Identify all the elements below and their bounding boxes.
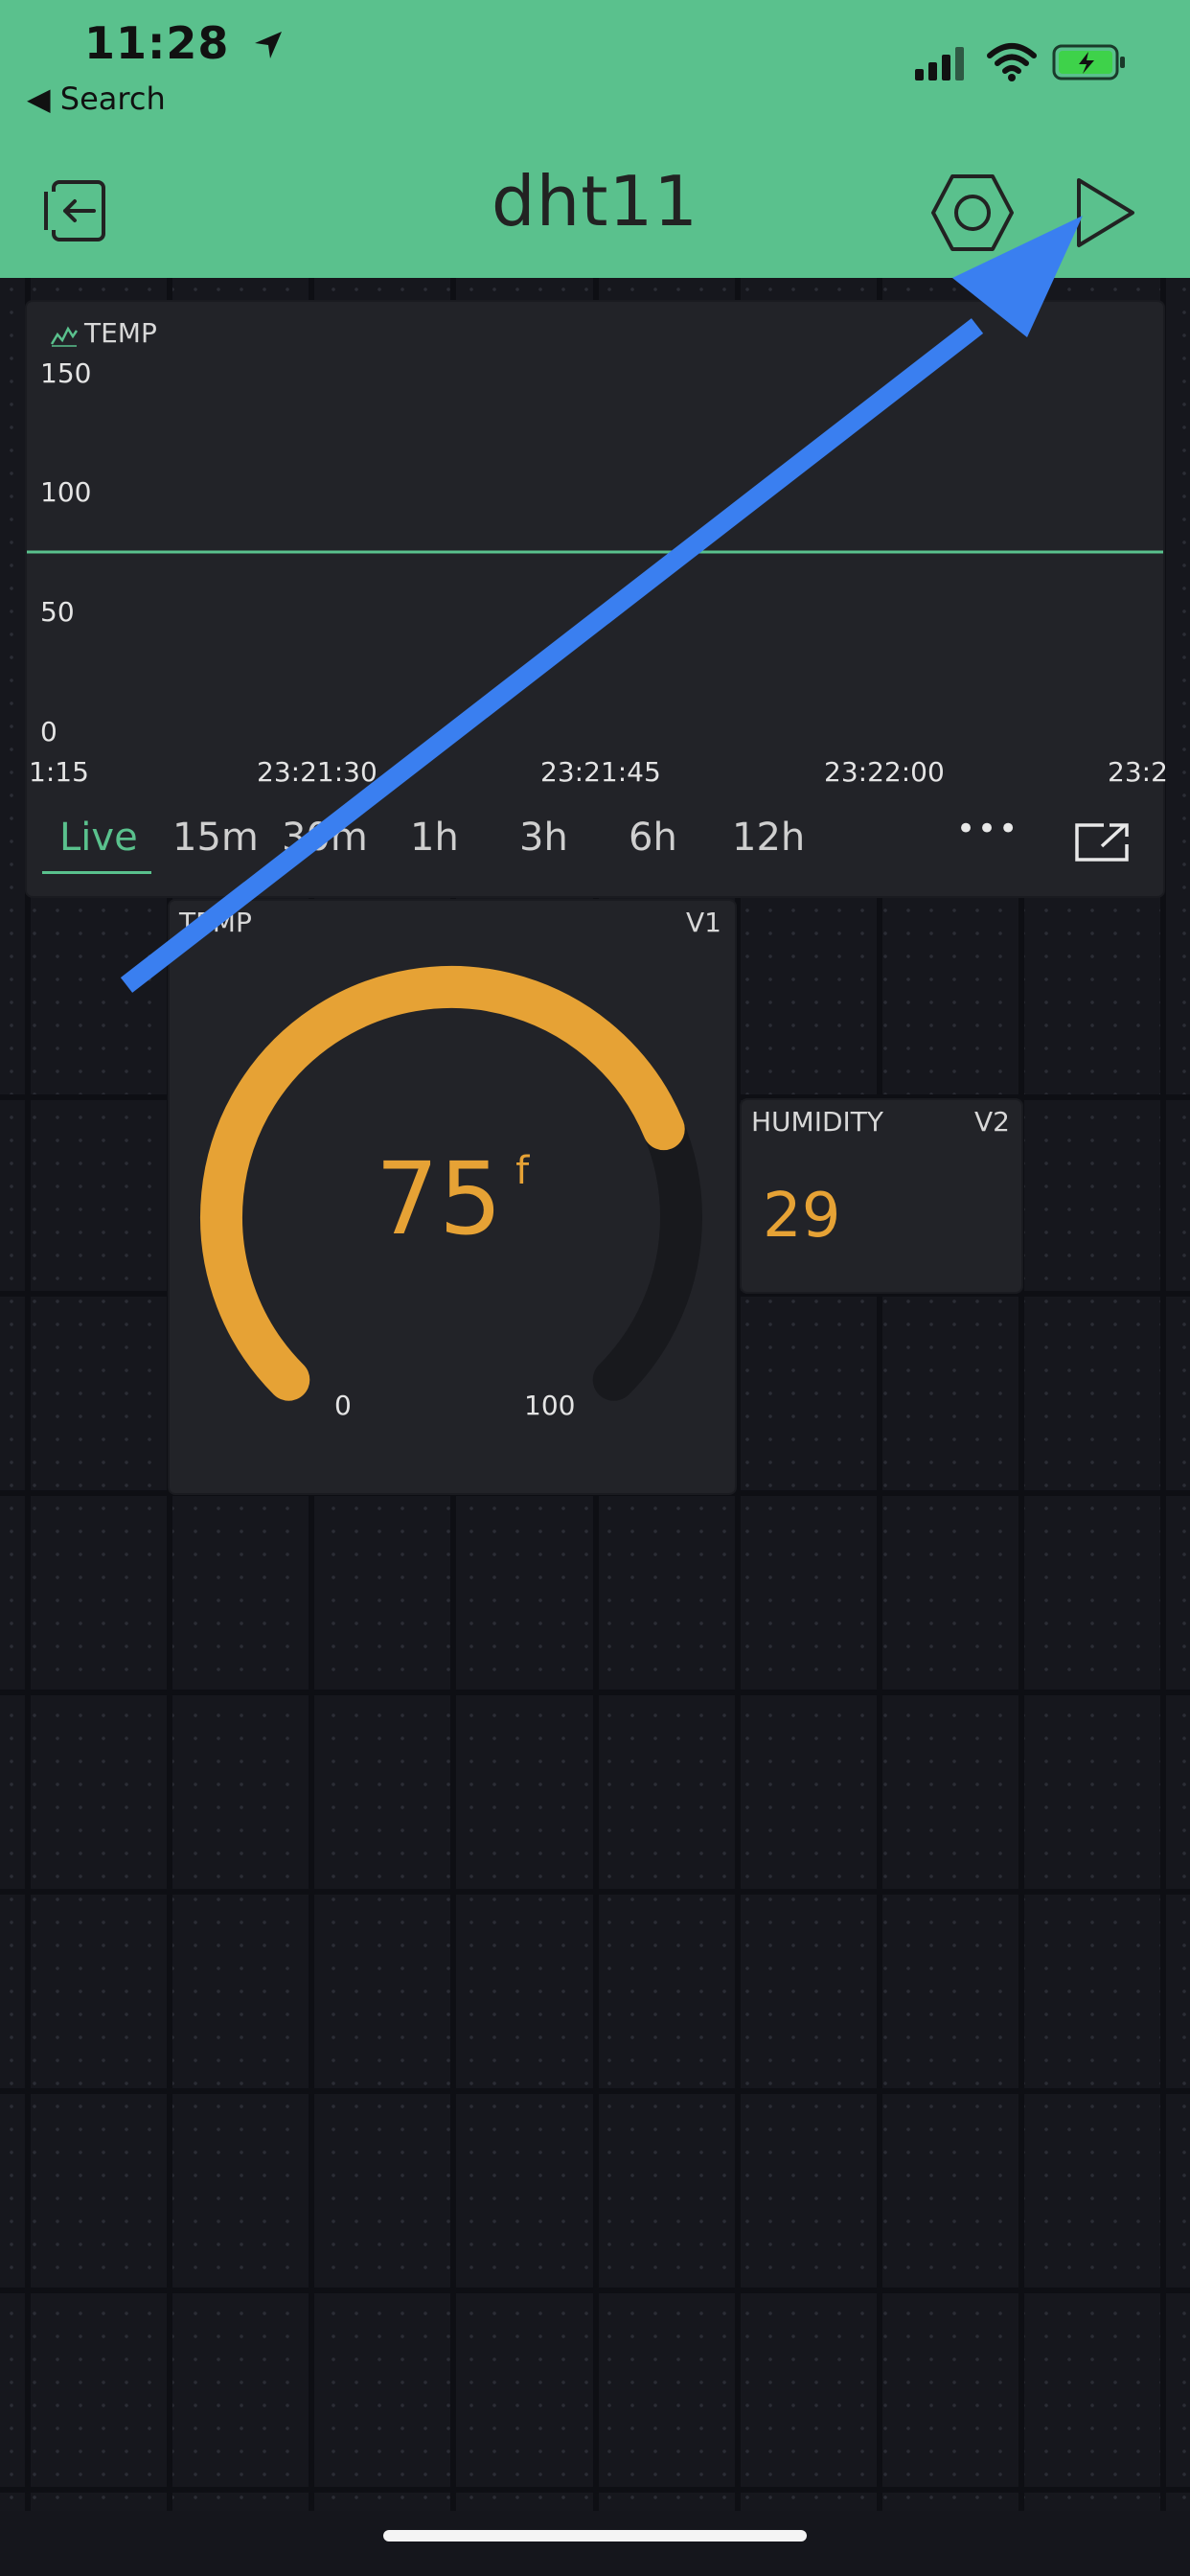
gauge-value: 75: [375, 1140, 503, 1257]
gauge-max-label: 100: [524, 1390, 576, 1421]
home-indicator: [383, 2530, 807, 2542]
humidity-widget-pin: V2: [974, 1106, 1010, 1138]
gauge-min-label: 0: [334, 1390, 352, 1421]
arrow-shaft: [120, 318, 984, 993]
humidity-value: 29: [763, 1181, 841, 1252]
humidity-value-widget[interactable]: HUMIDITY V2 29: [742, 1100, 1021, 1292]
annotation-arrow: [120, 216, 1083, 993]
gauge-unit: f: [515, 1149, 530, 1193]
gauge-value-display: 75 f: [170, 1140, 735, 1257]
humidity-widget-label: HUMIDITY: [751, 1106, 883, 1138]
